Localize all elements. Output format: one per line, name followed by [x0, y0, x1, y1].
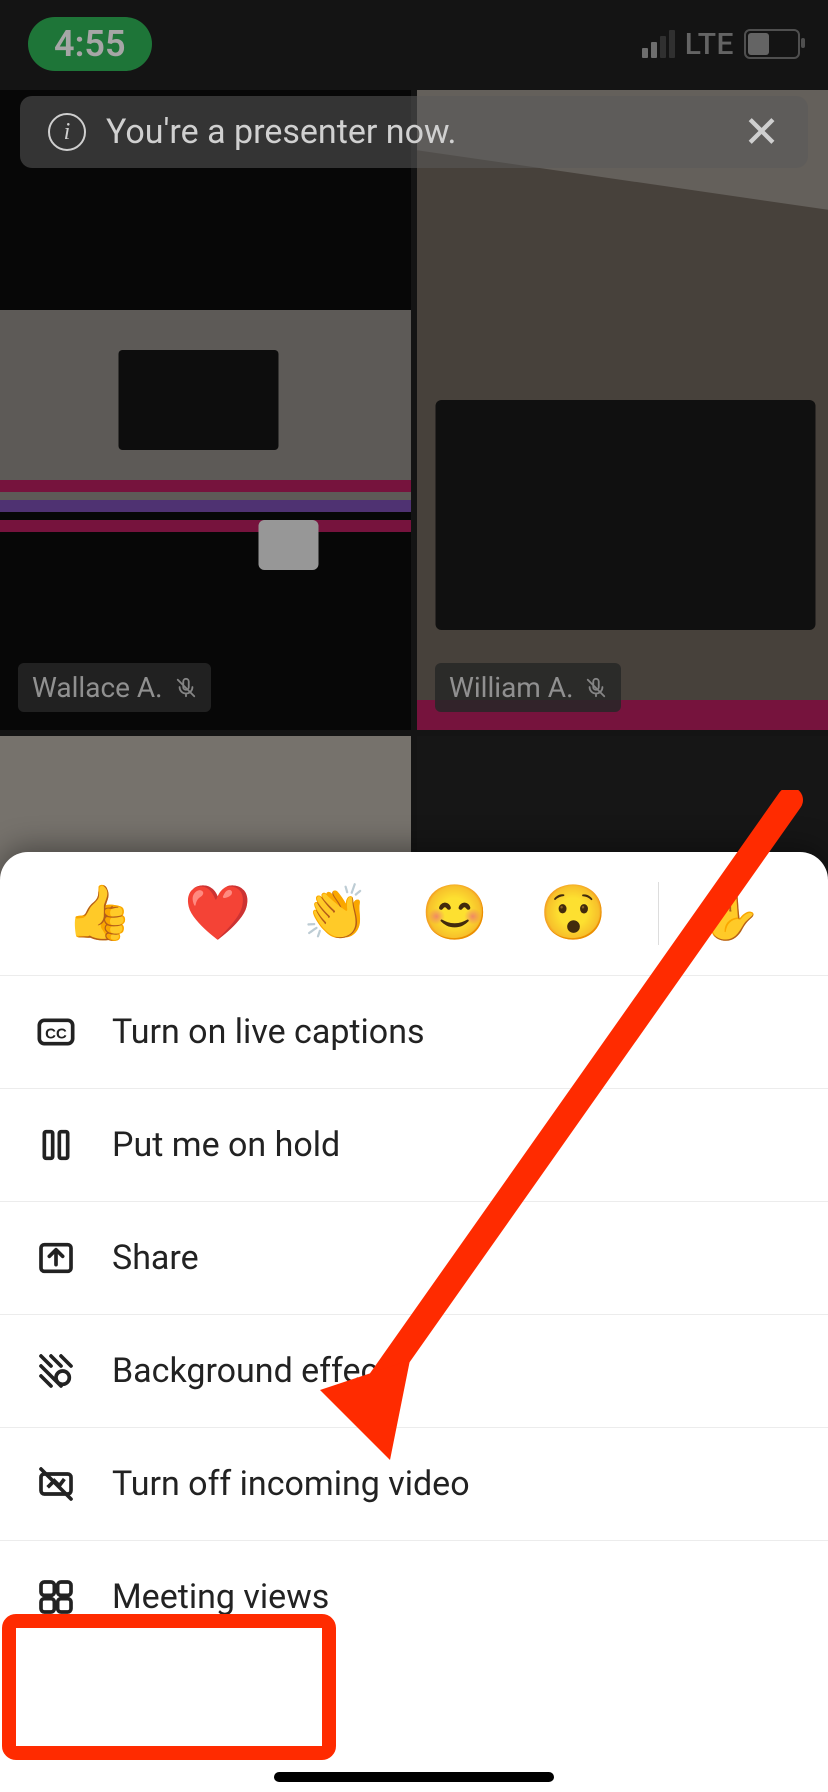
reaction-surprised[interactable]: 😯	[540, 882, 607, 945]
screen: 4:55 LTE Wallace A.	[0, 0, 828, 1792]
toast-message: You're a presenter now.	[106, 112, 456, 152]
cc-icon: CC	[34, 1010, 78, 1054]
menu-turn-off-incoming-video[interactable]: Turn off incoming video	[0, 1427, 828, 1540]
svg-text:CC: CC	[45, 1026, 67, 1043]
menu-live-captions[interactable]: CC Turn on live captions	[0, 975, 828, 1088]
menu-label: Meeting views	[112, 1577, 329, 1617]
presenter-toast: i You're a presenter now. ✕	[20, 96, 808, 168]
menu-share[interactable]: Share	[0, 1201, 828, 1314]
video-off-icon	[34, 1462, 78, 1506]
pause-icon	[34, 1123, 78, 1167]
menu-hold[interactable]: Put me on hold	[0, 1088, 828, 1201]
background-effects-icon	[34, 1349, 78, 1393]
reaction-applause[interactable]: 👏	[303, 882, 370, 945]
close-icon[interactable]: ✕	[743, 106, 780, 158]
menu-meeting-views[interactable]: Meeting views	[0, 1540, 828, 1653]
menu-label: Turn off incoming video	[112, 1464, 470, 1504]
menu-background-effects[interactable]: Background effects	[0, 1314, 828, 1427]
reaction-raise-hand[interactable]: ✋	[658, 882, 762, 945]
menu-label: Background effects	[112, 1351, 407, 1391]
info-icon: i	[48, 113, 86, 151]
reaction-like[interactable]: 👍	[66, 882, 133, 945]
reaction-heart[interactable]: ❤️	[184, 882, 251, 945]
menu-label: Put me on hold	[112, 1125, 340, 1165]
reactions-row: 👍 ❤️ 👏 😊 😯 ✋	[0, 852, 828, 975]
grid-icon	[34, 1575, 78, 1619]
menu-label: Share	[112, 1238, 199, 1278]
home-indicator[interactable]	[274, 1772, 554, 1782]
reaction-smile[interactable]: 😊	[421, 882, 488, 945]
menu-label: Turn on live captions	[112, 1012, 425, 1052]
actions-menu: CC Turn on live captions Put me on hold …	[0, 975, 828, 1792]
more-actions-sheet: 👍 ❤️ 👏 😊 😯 ✋ CC Turn on live captions Pu…	[0, 852, 828, 1792]
share-icon	[34, 1236, 78, 1280]
